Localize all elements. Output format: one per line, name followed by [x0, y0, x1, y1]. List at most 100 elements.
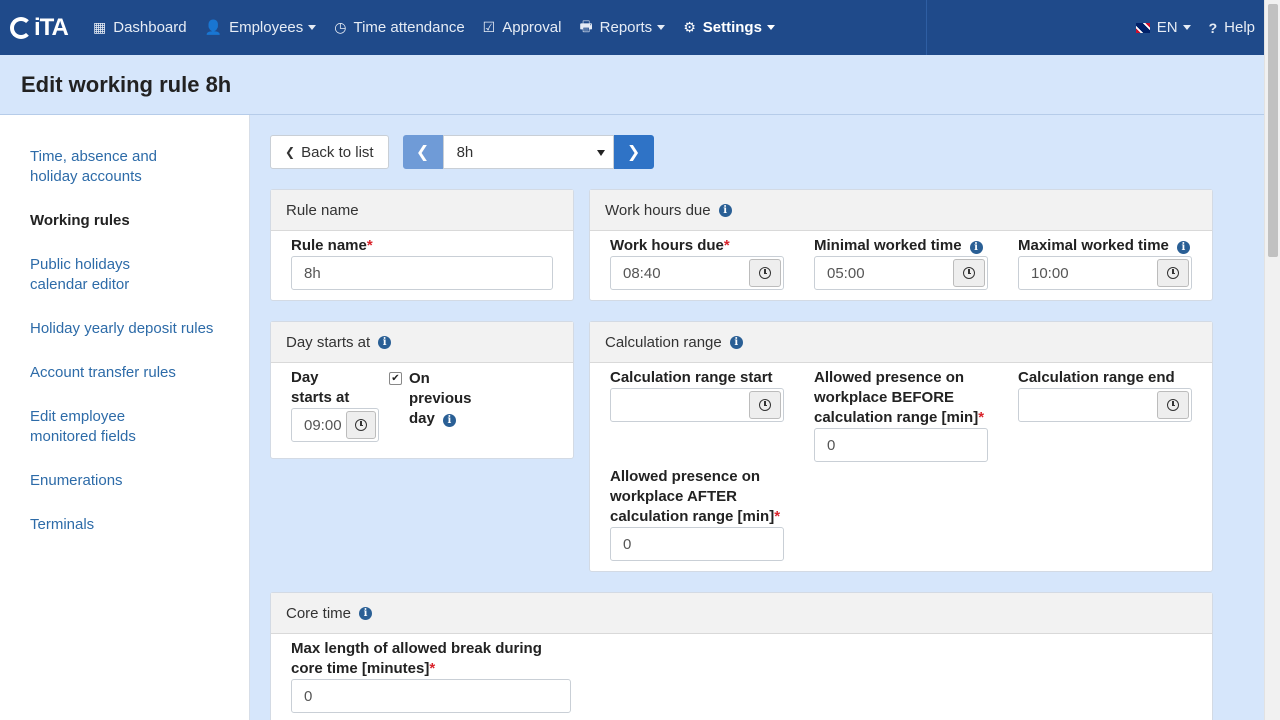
work-hours-due-label: Work hours due* [610, 236, 730, 256]
time-picker-button[interactable] [1157, 259, 1189, 287]
sidebar-item-terminals[interactable]: Terminals [0, 515, 249, 535]
nav-reports[interactable]: 🖶 Reports [570, 0, 674, 55]
nav-approval-label: Approval [502, 19, 562, 36]
panel-title: Work hours due [605, 201, 711, 219]
page-header: Edit working rule 8h [0, 55, 1264, 115]
presence-before-input[interactable]: 0 [814, 428, 988, 462]
time-value[interactable]: 08:40 [611, 257, 747, 289]
time-picker-button[interactable] [346, 411, 376, 439]
nav-right-group: EN ? Help [925, 0, 1264, 55]
chevron-left-icon: ❮ [415, 144, 430, 161]
panel-title: Core time [286, 604, 352, 622]
required-mark: * [366, 237, 373, 254]
presence-after-input[interactable]: 0 [610, 527, 784, 561]
nav-time-attendance-label: Time attendance [353, 19, 465, 36]
label-line: calculation range [min] [814, 409, 979, 426]
sidebar-item-working-rules[interactable]: Working rules [0, 211, 249, 231]
time-value[interactable] [1019, 389, 1155, 421]
nav-settings[interactable]: ⚙ Settings [674, 0, 784, 55]
work-hours-due-input[interactable]: 08:40 [610, 256, 784, 290]
label-line: core time [minutes] [291, 660, 430, 677]
clock-icon [1167, 267, 1179, 279]
brand-logo[interactable]: iTA [0, 0, 84, 55]
nav-dashboard[interactable]: ▦ Dashboard [84, 0, 196, 55]
label-line: Max length of allowed break during [291, 640, 542, 657]
label-line: previous [409, 390, 472, 407]
panel-heading: Work hours due i [590, 190, 1212, 231]
sidebar-item-monitored-fields[interactable]: Edit employee monitored fields [0, 407, 215, 447]
info-icon[interactable]: i [359, 606, 373, 620]
gear-icon: ⚙ [683, 19, 696, 35]
label-line: calculation range [min] [610, 508, 775, 525]
info-icon[interactable]: i [729, 335, 743, 349]
time-value[interactable] [611, 389, 747, 421]
page-scrollbar[interactable] [1264, 0, 1280, 720]
minimal-worked-time-input[interactable]: 05:00 [814, 256, 988, 290]
back-to-list-label: Back to list [301, 143, 374, 161]
label-text: Work hours due [610, 237, 724, 254]
day-starts-label: Day starts at [291, 368, 349, 408]
required-mark: * [429, 660, 436, 677]
scrollbar-thumb[interactable] [1268, 4, 1278, 257]
core-break-input[interactable]: 0 [291, 679, 571, 713]
info-icon[interactable]: i [969, 241, 983, 254]
time-picker-button[interactable] [953, 259, 985, 287]
previous-rule-button[interactable]: ❮ [402, 135, 443, 169]
panel-heading: Rule name [271, 190, 573, 231]
previous-day-checkbox[interactable]: ✔ [389, 372, 402, 385]
question-icon: ? [1208, 19, 1218, 36]
grid-icon: ▦ [93, 19, 107, 35]
chevron-right-icon: ❯ [626, 144, 641, 161]
day-starts-input[interactable]: 09:00 [291, 408, 379, 442]
rule-select[interactable]: 8h [442, 135, 614, 169]
language-dropdown[interactable]: EN [1127, 0, 1200, 55]
info-icon[interactable]: i [378, 335, 392, 349]
label-line: workplace BEFORE [814, 389, 955, 406]
panel-title: Calculation range [605, 333, 722, 351]
time-picker-button[interactable] [1157, 391, 1189, 419]
time-picker-button[interactable] [749, 259, 781, 287]
brand-name: iTA [34, 13, 69, 41]
time-picker-button[interactable] [749, 391, 781, 419]
label-line: On [409, 370, 430, 387]
info-icon[interactable]: i [1176, 241, 1190, 254]
sidebar-item-accounts[interactable]: Time, absence and holiday accounts [0, 147, 215, 187]
chevron-left-icon: ❮ [285, 145, 296, 159]
calc-range-end-input[interactable] [1018, 388, 1192, 422]
required-mark: * [774, 508, 781, 525]
sidebar-item-public-holidays[interactable]: Public holidays calendar editor [0, 255, 200, 295]
rule-name-input[interactable]: 8h [291, 256, 553, 290]
label-line: workplace AFTER [610, 488, 737, 505]
help-link[interactable]: ? Help [1200, 0, 1264, 55]
rule-toolbar: ❮ Back to list ❮ 8h ❯ [270, 135, 654, 169]
label-line: day [409, 410, 435, 427]
sidebar-item-account-transfer[interactable]: Account transfer rules [0, 363, 249, 383]
core-time-panel: Core time i Max length of allowed break … [270, 592, 1213, 720]
time-value[interactable]: 10:00 [1019, 257, 1155, 289]
time-value[interactable]: 09:00 [292, 409, 344, 441]
time-value[interactable]: 05:00 [815, 257, 951, 289]
user-icon: 👤 [204, 19, 223, 35]
back-to-list-button[interactable]: ❮ Back to list [270, 135, 389, 169]
maximal-worked-time-label: Maximal worked time i [1018, 236, 1190, 256]
panel-title: Rule name [286, 201, 359, 219]
nav-employees[interactable]: 👤 Employees [196, 0, 326, 55]
print-icon: 🖶 [579, 17, 593, 34]
sidebar-item-enumerations[interactable]: Enumerations [0, 471, 249, 491]
sidebar-item-holiday-deposit[interactable]: Holiday yearly deposit rules [0, 319, 249, 339]
info-icon[interactable]: i [442, 414, 456, 427]
calc-range-start-input[interactable] [610, 388, 784, 422]
minimal-worked-time-label: Minimal worked time i [814, 236, 983, 256]
info-icon[interactable]: i [718, 203, 732, 217]
next-rule-button[interactable]: ❯ [613, 135, 654, 169]
dropdown-arrow-icon [596, 150, 605, 156]
clock-icon: ◷ [334, 19, 347, 35]
required-mark: * [723, 237, 730, 254]
maximal-worked-time-input[interactable]: 10:00 [1018, 256, 1192, 290]
presence-after-label: Allowed presence on workplace AFTER calc… [610, 467, 780, 527]
nav-approval[interactable]: ☑ Approval [474, 0, 571, 55]
nav-time-attendance[interactable]: ◷ Time attendance [325, 0, 473, 55]
caret-down-icon [308, 25, 317, 30]
caret-down-icon [1182, 25, 1191, 30]
nav-employees-label: Employees [229, 19, 304, 36]
